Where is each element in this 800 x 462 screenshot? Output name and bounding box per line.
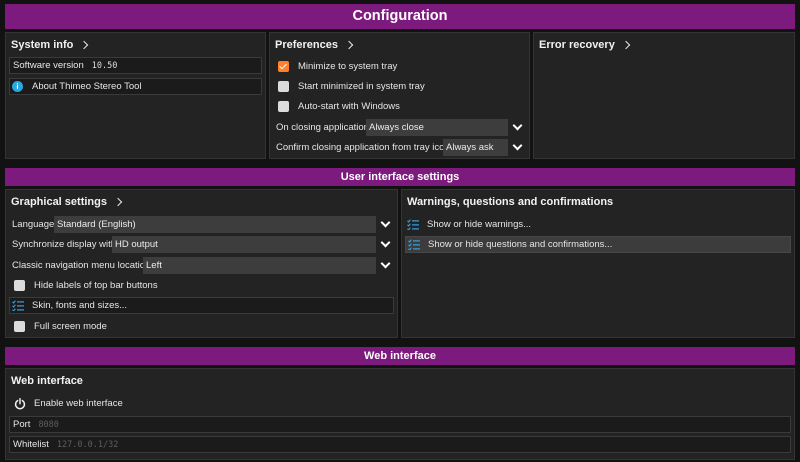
graphical-settings-header[interactable]: Graphical settings [11, 196, 123, 208]
warnings-header: Warnings, questions and confirmations [407, 196, 613, 208]
page-title: Configuration [5, 4, 795, 29]
software-version-label: Software version [13, 60, 84, 71]
confirm-closing-value: Always ask [446, 142, 494, 153]
info-icon: i [12, 81, 23, 92]
hide-labels-checkbox[interactable]: Hide labels of top bar buttons [12, 277, 312, 294]
fullscreen-checkbox[interactable]: Full screen mode [12, 318, 312, 335]
chevron-right-icon [113, 197, 123, 207]
software-version-row: Software version 10.50 [9, 57, 262, 74]
chevron-right-icon [80, 40, 89, 50]
checkbox-icon [278, 101, 289, 112]
minimize-tray-label: Minimize to system tray [298, 61, 398, 72]
hide-labels-label: Hide labels of top bar buttons [34, 280, 158, 291]
system-info-title: System info [11, 39, 74, 51]
sync-display-label: Synchronize display with [12, 239, 117, 250]
system-info-panel: System info Software version 10.50 i Abo… [5, 32, 266, 159]
skin-fonts-button[interactable]: Skin, fonts and sizes... [9, 297, 394, 314]
on-closing-value: Always close [369, 122, 424, 133]
chevron-down-icon[interactable] [377, 216, 394, 233]
chevron-down-icon[interactable] [509, 139, 526, 156]
language-select[interactable]: Standard (English) [54, 216, 376, 233]
checkbox-icon [14, 280, 25, 291]
on-closing-select[interactable]: Always close [366, 119, 508, 136]
whitelist-value: 127.0.0.1/32 [56, 439, 119, 450]
chevron-down-icon[interactable] [509, 119, 526, 136]
port-value: 8080 [38, 419, 59, 430]
skin-fonts-label: Skin, fonts and sizes... [32, 300, 128, 311]
checklist-icon [407, 219, 419, 230]
web-interface-panel: Web interface Enable web interface Port … [5, 368, 795, 460]
warnings-title: Warnings, questions and confirmations [407, 196, 614, 208]
nav-location-label: Classic navigation menu location [12, 260, 151, 271]
about-button[interactable]: i About Thimeo Stereo Tool [9, 78, 262, 95]
preferences-title: Preferences [275, 39, 338, 51]
whitelist-label: Whitelist [13, 439, 49, 450]
error-recovery-panel: Error recovery [533, 32, 795, 159]
preferences-header[interactable]: Preferences [275, 39, 354, 51]
chevron-down-icon[interactable] [377, 257, 394, 274]
nav-location-value: Left [146, 260, 162, 271]
show-questions-label: Show or hide questions and confirmations… [428, 239, 613, 250]
checkbox-icon [278, 81, 289, 92]
nav-location-select[interactable]: Left [143, 257, 376, 274]
confirm-closing-label: Confirm closing application from tray ic… [276, 142, 450, 153]
show-warnings-button[interactable]: Show or hide warnings... [405, 216, 791, 233]
minimize-tray-checkbox[interactable]: Minimize to system tray [276, 58, 516, 75]
fullscreen-label: Full screen mode [34, 321, 107, 332]
start-minimized-label: Start minimized in system tray [298, 81, 425, 92]
web-interface-banner: Web interface [5, 347, 795, 365]
show-questions-button[interactable]: Show or hide questions and confirmations… [405, 236, 791, 253]
power-icon [14, 397, 26, 409]
warnings-panel: Warnings, questions and confirmations Sh… [401, 189, 795, 338]
enable-web-interface-toggle[interactable]: Enable web interface [12, 395, 312, 412]
software-version-value: 10.50 [91, 60, 118, 71]
checkbox-icon [14, 321, 25, 332]
system-info-header[interactable]: System info [11, 39, 89, 51]
autostart-label: Auto-start with Windows [298, 101, 400, 112]
web-interface-header: Web interface [11, 375, 83, 387]
enable-web-interface-label: Enable web interface [34, 398, 123, 409]
sync-display-value: HD output [115, 239, 158, 250]
graphical-settings-title: Graphical settings [11, 196, 107, 208]
chevron-right-icon [621, 40, 631, 50]
ui-settings-banner: User interface settings [5, 168, 795, 186]
confirm-closing-select[interactable]: Always ask [443, 139, 508, 156]
chevron-down-icon[interactable] [377, 236, 394, 253]
sync-display-select[interactable]: HD output [112, 236, 376, 253]
on-closing-label: On closing application [276, 122, 369, 133]
whitelist-field: Whitelist 127.0.0.1/32 [9, 436, 791, 453]
port-field: Port 8080 [9, 416, 791, 433]
error-recovery-title: Error recovery [539, 39, 615, 51]
checklist-icon [12, 300, 24, 311]
show-warnings-label: Show or hide warnings... [427, 219, 532, 230]
language-label: Language [12, 219, 55, 230]
web-interface-title: Web interface [11, 375, 83, 387]
start-minimized-checkbox[interactable]: Start minimized in system tray [276, 78, 516, 95]
preferences-panel: Preferences Minimize to system tray Star… [269, 32, 530, 159]
chevron-right-icon [344, 40, 354, 50]
language-value: Standard (English) [57, 219, 136, 230]
autostart-checkbox[interactable]: Auto-start with Windows [276, 98, 516, 115]
about-label: About Thimeo Stereo Tool [32, 81, 142, 92]
checkbox-checked-icon [278, 61, 289, 72]
checklist-icon [408, 239, 420, 250]
graphical-settings-panel: Graphical settings Language Standard (En… [5, 189, 398, 338]
port-label: Port [13, 419, 31, 430]
error-recovery-header[interactable]: Error recovery [539, 39, 631, 51]
